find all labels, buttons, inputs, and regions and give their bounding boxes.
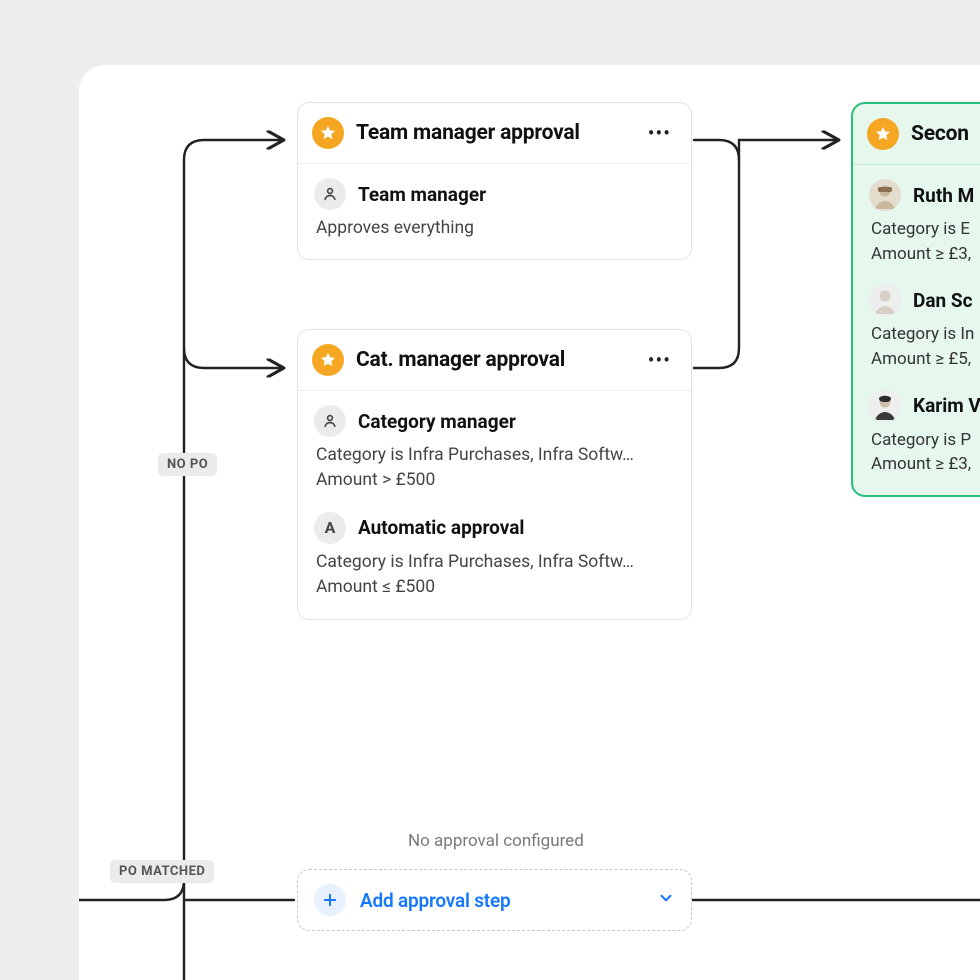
role-row: Ruth M [869,179,980,211]
card-title: Secon [911,122,980,146]
rule-text: Category is In [871,322,980,347]
card-body: Category manager Category is Infra Purch… [298,391,691,619]
branch-label-po-matched: PO MATCHED [110,860,214,883]
card-title: Team manager approval [356,121,632,145]
rule-text: Category is E [871,217,980,242]
approval-card-team-manager[interactable]: Team manager approval ••• Team manager A… [297,102,692,260]
branch-label-no-po: NO PO [158,453,217,476]
role-row: Dan Sc [869,284,980,316]
role-row: Karim V [869,390,980,422]
rule-block: Karim V Category is P Amount ≥ £3, [869,390,980,477]
avatar [869,179,901,211]
branch-label-text: NO PO [167,457,208,472]
person-name: Ruth M [913,184,974,207]
workflow-panel: NO PO PO MATCHED Team manager approval •… [79,65,980,980]
role-name: Automatic approval [358,516,524,539]
rule-text: Category is Infra Purchases, Infra Softw… [316,443,675,468]
rule-block: Team manager Approves everything [314,178,675,241]
star-icon [312,117,344,149]
role-row: Category manager [314,405,675,437]
chevron-down-icon [657,889,675,911]
rule-block: Ruth M Category is E Amount ≥ £3, [869,179,980,266]
more-icon[interactable]: ••• [644,119,675,147]
branch-label-text: PO MATCHED [119,864,205,879]
role-name: Team manager [358,183,486,206]
role-name: Category manager [358,410,516,433]
card-body: Ruth M Category is E Amount ≥ £3, Dan Sc… [853,165,980,495]
automatic-icon: A [314,512,346,544]
card-header: Team manager approval ••• [298,103,691,164]
rule-text: Amount ≥ £5, [871,347,980,372]
more-icon[interactable]: ••• [644,346,675,374]
plus-icon [314,884,346,916]
person-icon [314,405,346,437]
rule-text: Amount > £500 [316,468,675,493]
rule-text: Amount ≤ £500 [316,575,675,600]
person-name: Karim V [913,394,980,417]
rule-block: Category manager Category is Infra Purch… [314,405,675,494]
card-title: Cat. manager approval [356,348,632,372]
avatar [869,284,901,316]
rule-text: Amount ≥ £3, [871,242,980,267]
empty-state-label: No approval configured [408,831,584,851]
rule-text: Category is P [871,428,980,453]
card-header: Secon [853,104,980,165]
role-row: A Automatic approval [314,512,675,544]
rule-text: Approves everything [316,216,675,241]
rule-text: Category is Infra Purchases, Infra Softw… [316,550,675,575]
add-approval-step-button[interactable]: Add approval step [297,869,692,931]
add-label: Add approval step [360,889,643,912]
avatar [869,390,901,422]
approval-card-category-manager[interactable]: Cat. manager approval ••• Category manag… [297,329,692,620]
rule-block: Dan Sc Category is In Amount ≥ £5, [869,284,980,371]
person-icon [314,178,346,210]
star-icon [312,344,344,376]
approval-card-second[interactable]: Secon Ruth M Category is E Amount ≥ £3, [851,102,980,497]
card-body: Team manager Approves everything [298,164,691,259]
card-header: Cat. manager approval ••• [298,330,691,391]
rule-block: A Automatic approval Category is Infra P… [314,512,675,601]
star-icon [867,118,899,150]
rule-text: Amount ≥ £3, [871,452,980,477]
person-name: Dan Sc [913,289,973,312]
role-row: Team manager [314,178,675,210]
